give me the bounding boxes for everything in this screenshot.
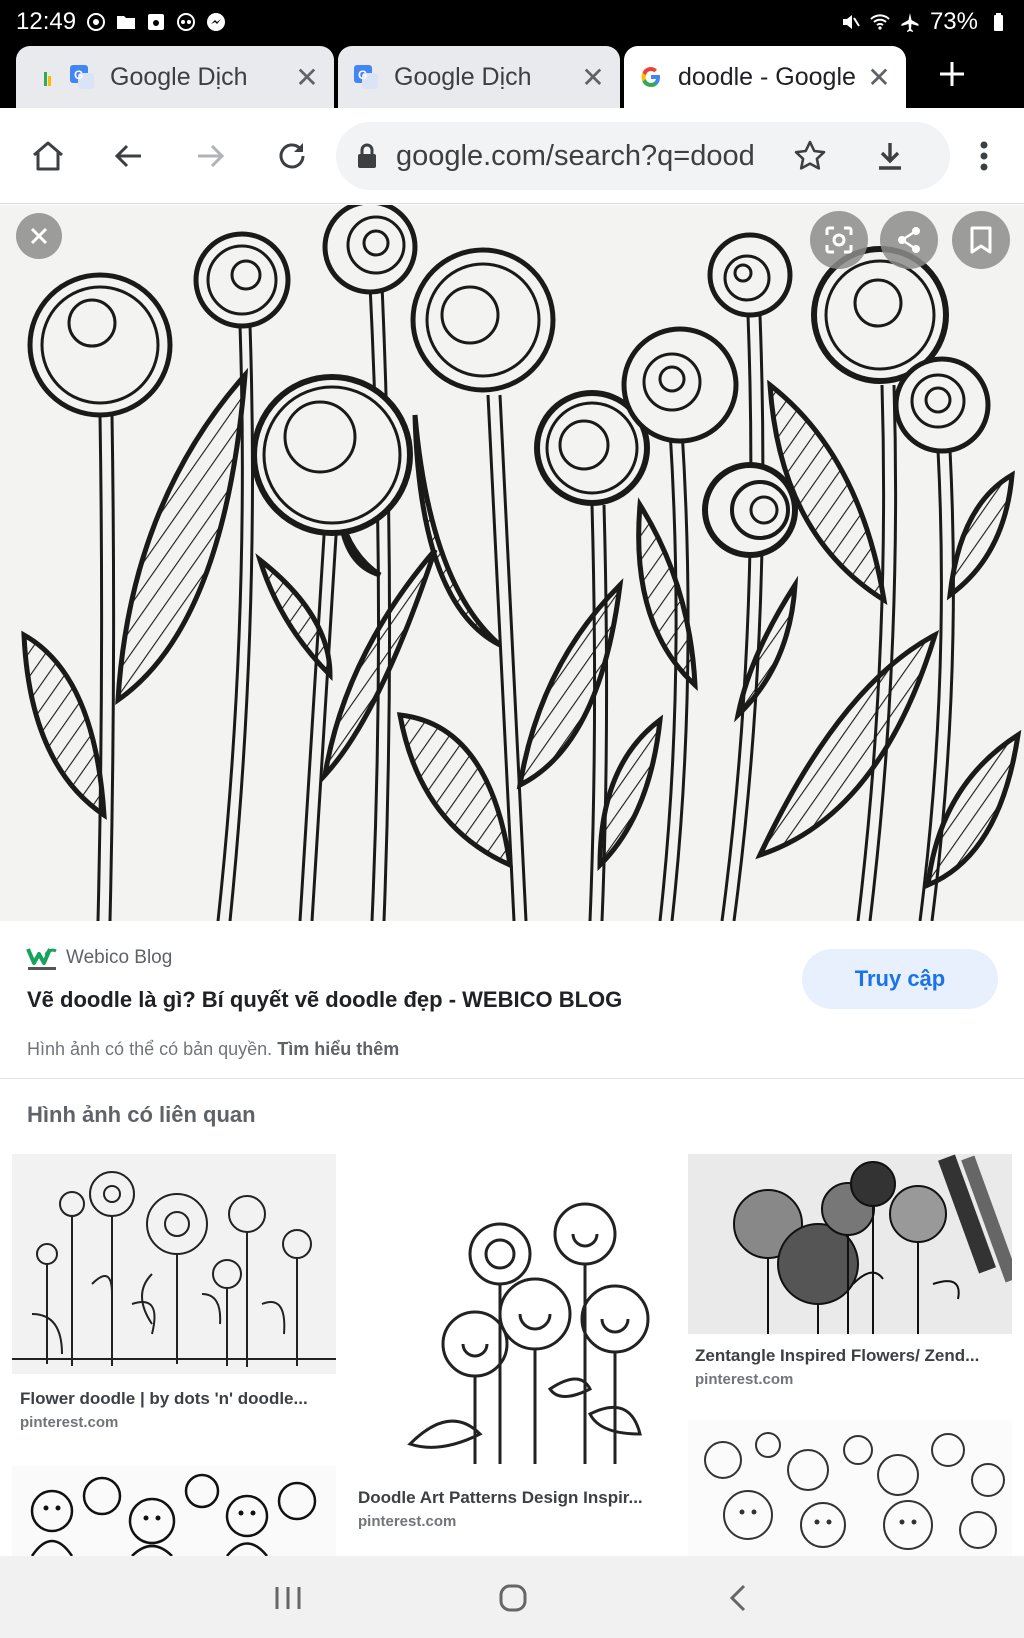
back-button[interactable] xyxy=(105,132,153,180)
messenger-icon xyxy=(207,13,226,31)
related-image-5[interactable] xyxy=(688,1420,1012,1556)
related-image-1[interactable] xyxy=(12,1154,336,1374)
tab-title: Google Dịch xyxy=(110,62,248,91)
more-vert-icon xyxy=(980,141,988,171)
home-nav-button[interactable] xyxy=(491,1576,535,1620)
google-translate-icon: G xyxy=(70,65,94,89)
lens-search-button[interactable] xyxy=(810,211,868,269)
related-image-4[interactable] xyxy=(12,1466,336,1556)
visit-button[interactable]: Truy cập xyxy=(802,949,998,1009)
webico-logo-icon xyxy=(26,948,57,970)
more-menu-button[interactable] xyxy=(960,132,1008,180)
save-image-button[interactable] xyxy=(952,211,1010,269)
arrow-forward-icon xyxy=(198,144,225,168)
svg-text:G: G xyxy=(74,68,83,82)
related-caption-2[interactable]: Doodle Art Patterns Design Inspir... xyxy=(358,1488,666,1508)
save-icon xyxy=(148,14,165,30)
related-source-1: pinterest.com xyxy=(20,1414,119,1431)
google-photos-icon xyxy=(87,13,106,31)
bookmark-star-button[interactable] xyxy=(786,132,834,180)
airplane-mode-icon xyxy=(901,13,919,32)
source-title-link[interactable]: Vẽ doodle là gì? Bí quyết vẽ doodle đẹp … xyxy=(27,987,622,1013)
tab-google-translate-2[interactable]: G Google Dịch ✕ xyxy=(338,46,620,108)
omnibox[interactable]: google.com/search?q=dood xyxy=(336,122,950,190)
close-icon xyxy=(30,227,48,245)
source-site-name[interactable]: Webico Blog xyxy=(66,947,172,969)
download-button[interactable] xyxy=(866,132,914,180)
image-source-panel: Webico Blog Vẽ doodle là gì? Bí quyết vẽ… xyxy=(0,921,1024,1079)
doodle-faces-thumbnail xyxy=(688,1420,1012,1556)
star-icon xyxy=(794,140,826,170)
browser-toolbar: google.com/search?q=dood xyxy=(0,108,1024,204)
close-tab-icon[interactable]: ✕ xyxy=(866,62,892,93)
image-preview[interactable] xyxy=(0,205,1024,921)
reload-icon xyxy=(279,143,305,169)
mute-icon xyxy=(842,15,860,29)
tab-doodle-google[interactable]: doodle - Google ✕ xyxy=(624,46,906,108)
arrow-back-icon xyxy=(114,144,141,168)
battery-icon xyxy=(994,13,1003,31)
assistant-icon xyxy=(177,13,196,31)
tab-title: Google Dịch xyxy=(394,62,532,91)
folder-icon xyxy=(117,16,136,29)
close-tab-icon[interactable]: ✕ xyxy=(294,62,320,93)
back-chevron-icon xyxy=(729,1584,746,1612)
google-g-icon xyxy=(641,67,660,87)
lock-icon xyxy=(358,143,376,168)
doodle-characters-thumbnail xyxy=(12,1466,336,1556)
tab-strip: G Google Dịch ✕ G Google Dịch ✕ doodle -… xyxy=(0,44,1024,108)
new-tab-button[interactable] xyxy=(930,52,974,96)
svg-text:G: G xyxy=(358,68,367,82)
system-nav-bar xyxy=(0,1556,1024,1638)
related-caption-1[interactable]: Flower doodle | by dots 'n' doodle... xyxy=(20,1389,328,1409)
tab-title: doodle - Google xyxy=(678,62,856,91)
related-caption-3[interactable]: Zentangle Inspired Flowers/ Zend... xyxy=(695,1346,1005,1366)
lens-icon xyxy=(825,226,853,254)
related-image-2[interactable] xyxy=(350,1154,674,1476)
zentangle-thumbnail xyxy=(688,1154,1012,1334)
forward-button[interactable] xyxy=(186,132,234,180)
plus-icon xyxy=(940,62,964,86)
tab-stack-icon xyxy=(44,72,51,86)
copyright-text: Hình ảnh có thể có bản quyền. xyxy=(27,1039,273,1059)
learn-more-link[interactable]: Tìm hiểu thêm xyxy=(277,1039,399,1059)
share-button[interactable] xyxy=(880,211,938,269)
flower-doodle-thumbnail xyxy=(12,1154,336,1374)
status-bar: 12:49 73% xyxy=(0,0,1024,44)
tab-google-translate-1[interactable]: G Google Dịch ✕ xyxy=(16,46,334,108)
status-time: 12:49 xyxy=(16,8,77,35)
url-text[interactable]: google.com/search?q=dood xyxy=(396,140,776,173)
reload-button[interactable] xyxy=(268,132,316,180)
back-nav-button[interactable] xyxy=(716,1576,760,1620)
battery-percent: 73% xyxy=(929,8,978,35)
home-button[interactable] xyxy=(24,132,72,180)
recents-icon xyxy=(275,1587,301,1609)
status-right: 73% xyxy=(840,8,1008,36)
home-circle-icon xyxy=(499,1584,527,1612)
rose-doodle-thumbnail xyxy=(350,1154,674,1476)
download-icon xyxy=(879,143,901,170)
share-icon xyxy=(898,227,920,253)
related-image-3[interactable] xyxy=(688,1154,1012,1334)
google-translate-icon: G xyxy=(354,65,378,89)
related-source-3: pinterest.com xyxy=(695,1371,794,1388)
doodle-flowers-image xyxy=(0,205,1024,921)
related-source-2: pinterest.com xyxy=(358,1513,457,1530)
related-images-heading: Hình ảnh có liên quan xyxy=(27,1102,256,1127)
wifi-icon xyxy=(870,14,890,30)
status-left: 12:49 xyxy=(16,8,226,36)
bookmark-icon xyxy=(970,226,992,254)
close-preview-button[interactable] xyxy=(16,213,62,259)
recent-apps-button[interactable] xyxy=(266,1576,310,1620)
close-tab-icon[interactable]: ✕ xyxy=(580,62,606,93)
home-icon xyxy=(33,141,63,171)
copyright-notice: Hình ảnh có thể có bản quyền. Tìm hiểu t… xyxy=(27,1039,399,1060)
